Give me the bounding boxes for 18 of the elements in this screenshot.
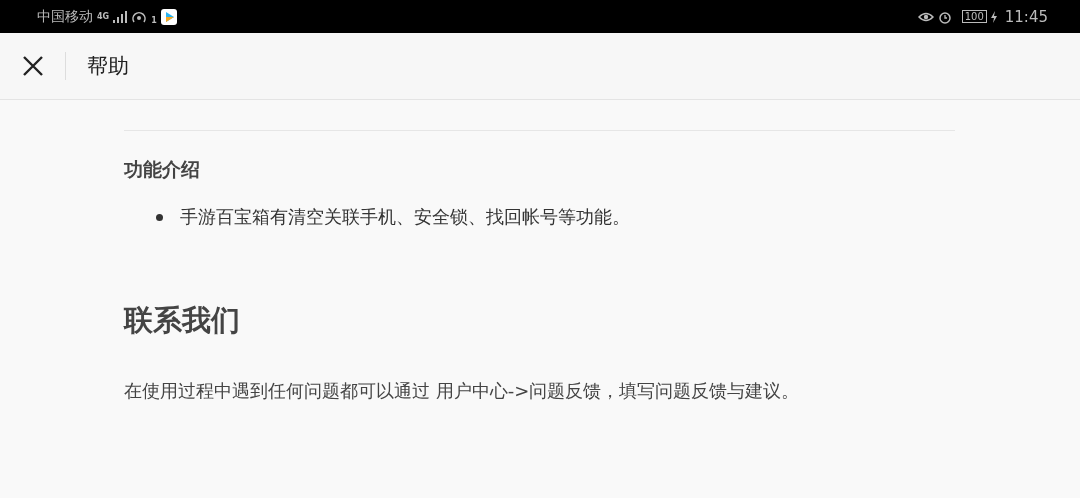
section-heading: 功能介绍: [124, 157, 201, 182]
bullet-icon: [156, 213, 163, 221]
clock-time: 11:45: [1004, 7, 1048, 26]
page-title: 帮助: [87, 53, 129, 80]
hotspot-icon: [131, 9, 148, 24]
list-item-text: 手游百宝箱有清空关联手机、安全锁、找回帐号等功能。: [180, 205, 630, 229]
alarm-icon: [937, 9, 952, 24]
carrier-name: 中国移动: [37, 7, 93, 26]
charging-icon: [990, 10, 997, 23]
section-heading: 联系我们: [124, 302, 241, 339]
battery-indicator: 100: [961, 10, 987, 23]
app-icon: [160, 8, 177, 25]
hotspot-count: 1: [151, 15, 157, 25]
signal-icon: [113, 10, 128, 23]
contact-paragraph: 在使用过程中遇到任何问题都可以通过 用户中心->问题反馈，填写问题反馈与建议。: [124, 379, 801, 403]
network-type: 4G: [97, 12, 110, 21]
close-button[interactable]: [22, 55, 44, 77]
eye-icon: [917, 10, 934, 23]
